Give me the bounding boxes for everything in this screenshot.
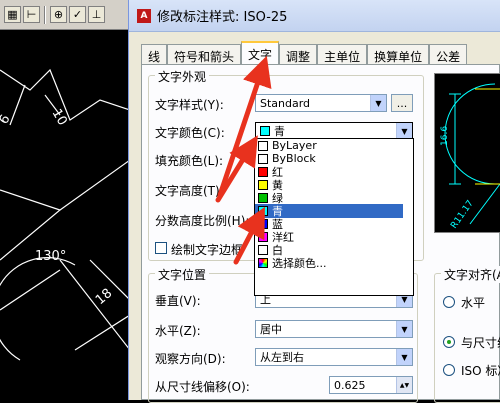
yellow-swatch-icon xyxy=(258,179,268,190)
chevron-down-icon[interactable]: ▼ xyxy=(396,321,412,337)
text-color-value: 青 xyxy=(274,125,285,138)
text-placement-title: 文字位置 xyxy=(155,266,210,283)
offset-spinner[interactable]: 0.625 ▲▼ xyxy=(329,376,413,394)
preview-pane: 16.6 R11.17 xyxy=(434,73,500,233)
color-wheel-icon xyxy=(258,258,268,269)
spinner-arrows-icon[interactable]: ▲▼ xyxy=(396,377,412,393)
text-style-label: 文字样式(Y): xyxy=(155,98,224,112)
dialog-title: 修改标注样式: ISO-25 xyxy=(157,10,288,25)
horizontal-select[interactable]: 居中 ▼ xyxy=(255,320,413,338)
offset-value: 0.625 xyxy=(334,378,366,392)
text-style-browse-button[interactable]: ... xyxy=(391,94,413,112)
color-dropdown-list[interactable]: ByLayer ByBlock 红 黄 绿 青 蓝 洋红 白 选择颜色... xyxy=(254,138,414,296)
dim-icon[interactable]: ⊢ xyxy=(23,6,40,23)
color-option-label: ByLayer xyxy=(272,139,317,153)
green-swatch-icon xyxy=(258,192,268,203)
magenta-swatch-icon xyxy=(258,232,268,243)
color-option-select-color[interactable]: 选择颜色... xyxy=(255,257,413,270)
text-style-select[interactable]: Standard ▼ xyxy=(255,94,387,112)
cyan-swatch-icon xyxy=(258,206,268,217)
fill-color-label: 填充颜色(L): xyxy=(155,154,224,168)
white-swatch-icon xyxy=(258,153,268,164)
horizontal-value: 居中 xyxy=(260,323,282,336)
dim-label-6: 6 xyxy=(0,112,14,127)
cad-geometry: 6 10 130° 18 xyxy=(0,68,130,361)
align-horizontal-label: 水平 xyxy=(461,296,486,310)
preview-label-radius: R11.17 xyxy=(449,199,476,231)
color-option-bylayer[interactable]: ByLayer xyxy=(255,139,413,152)
tab-tolerances[interactable]: 公差 xyxy=(429,44,468,65)
align-horizontal-radio[interactable] xyxy=(443,296,455,308)
align-iso-label: ISO 标准 xyxy=(461,364,500,378)
chevron-down-icon[interactable]: ▼ xyxy=(370,95,386,111)
text-appearance-title: 文字外观 xyxy=(155,68,210,85)
red-swatch-icon xyxy=(258,166,268,177)
tab-lines[interactable]: 线 xyxy=(141,44,168,65)
view-direction-select[interactable]: 从左到右 ▼ xyxy=(255,348,413,366)
dim-label-10: 10 xyxy=(49,107,70,129)
align-with-dimline-radio[interactable] xyxy=(443,336,455,348)
view-direction-value: 从左到右 xyxy=(260,351,304,364)
fraction-scale-label: 分数高度比例(H): xyxy=(155,214,250,228)
dialog-titlebar[interactable]: A 修改标注样式: ISO-25 xyxy=(129,0,500,32)
dim-label-18: 18 xyxy=(93,286,115,308)
chevron-down-icon[interactable]: ▼ xyxy=(396,123,412,139)
white-swatch-icon xyxy=(258,140,268,151)
layer-icon[interactable]: ▦ xyxy=(4,6,21,23)
color-option-label: 选择颜色... xyxy=(272,257,327,271)
app-icon: A xyxy=(137,8,151,23)
tab-symbols-arrows[interactable]: 符号和箭头 xyxy=(167,44,242,65)
preview-label-height: 16.6 xyxy=(440,126,450,146)
white-swatch-icon xyxy=(258,245,268,256)
text-color-label: 文字颜色(C): xyxy=(155,126,225,140)
text-alignment-title: 文字对齐(A) xyxy=(441,266,500,283)
vertical-label: 垂直(V): xyxy=(155,294,201,308)
tab-primary-units[interactable]: 主单位 xyxy=(317,44,368,65)
align-icon[interactable]: ⊥ xyxy=(88,6,105,23)
tab-bar: 线 符号和箭头 文字 调整 主单位 换算单位 公差 xyxy=(141,41,500,65)
blue-swatch-icon xyxy=(258,219,268,230)
align-iso-radio[interactable] xyxy=(443,364,455,376)
toolbar-separator xyxy=(44,5,46,24)
chevron-down-icon[interactable]: ▼ xyxy=(396,349,412,365)
view-direction-label: 观察方向(D): xyxy=(155,352,226,366)
offset-label: 从尺寸线偏移(O): xyxy=(155,380,250,394)
text-style-value: Standard xyxy=(260,96,311,110)
horizontal-label: 水平(Z): xyxy=(155,324,201,338)
cad-toolbar: ▦ ⊢ ⊕ ✓ ⊥ xyxy=(0,0,130,30)
tab-text[interactable]: 文字 xyxy=(241,41,280,65)
draw-frame-label: 绘制文字边框 xyxy=(171,243,244,257)
draw-frame-checkbox[interactable] xyxy=(155,242,167,254)
text-height-label: 文字高度(T): xyxy=(155,184,224,198)
cursor-icon[interactable]: ⊕ xyxy=(50,6,67,23)
cyan-swatch-icon xyxy=(260,126,270,136)
dim-label-130: 130° xyxy=(35,249,66,264)
text-alignment-group: 文字对齐(A) 水平 与尺寸线 ISO 标准 xyxy=(434,266,500,403)
check-icon[interactable]: ✓ xyxy=(69,6,86,23)
dropdown-scrollbar[interactable] xyxy=(403,179,413,219)
tab-alternate-units[interactable]: 换算单位 xyxy=(367,44,430,65)
align-with-dimline-label: 与尺寸线 xyxy=(461,336,500,350)
tab-fit[interactable]: 调整 xyxy=(279,44,318,65)
